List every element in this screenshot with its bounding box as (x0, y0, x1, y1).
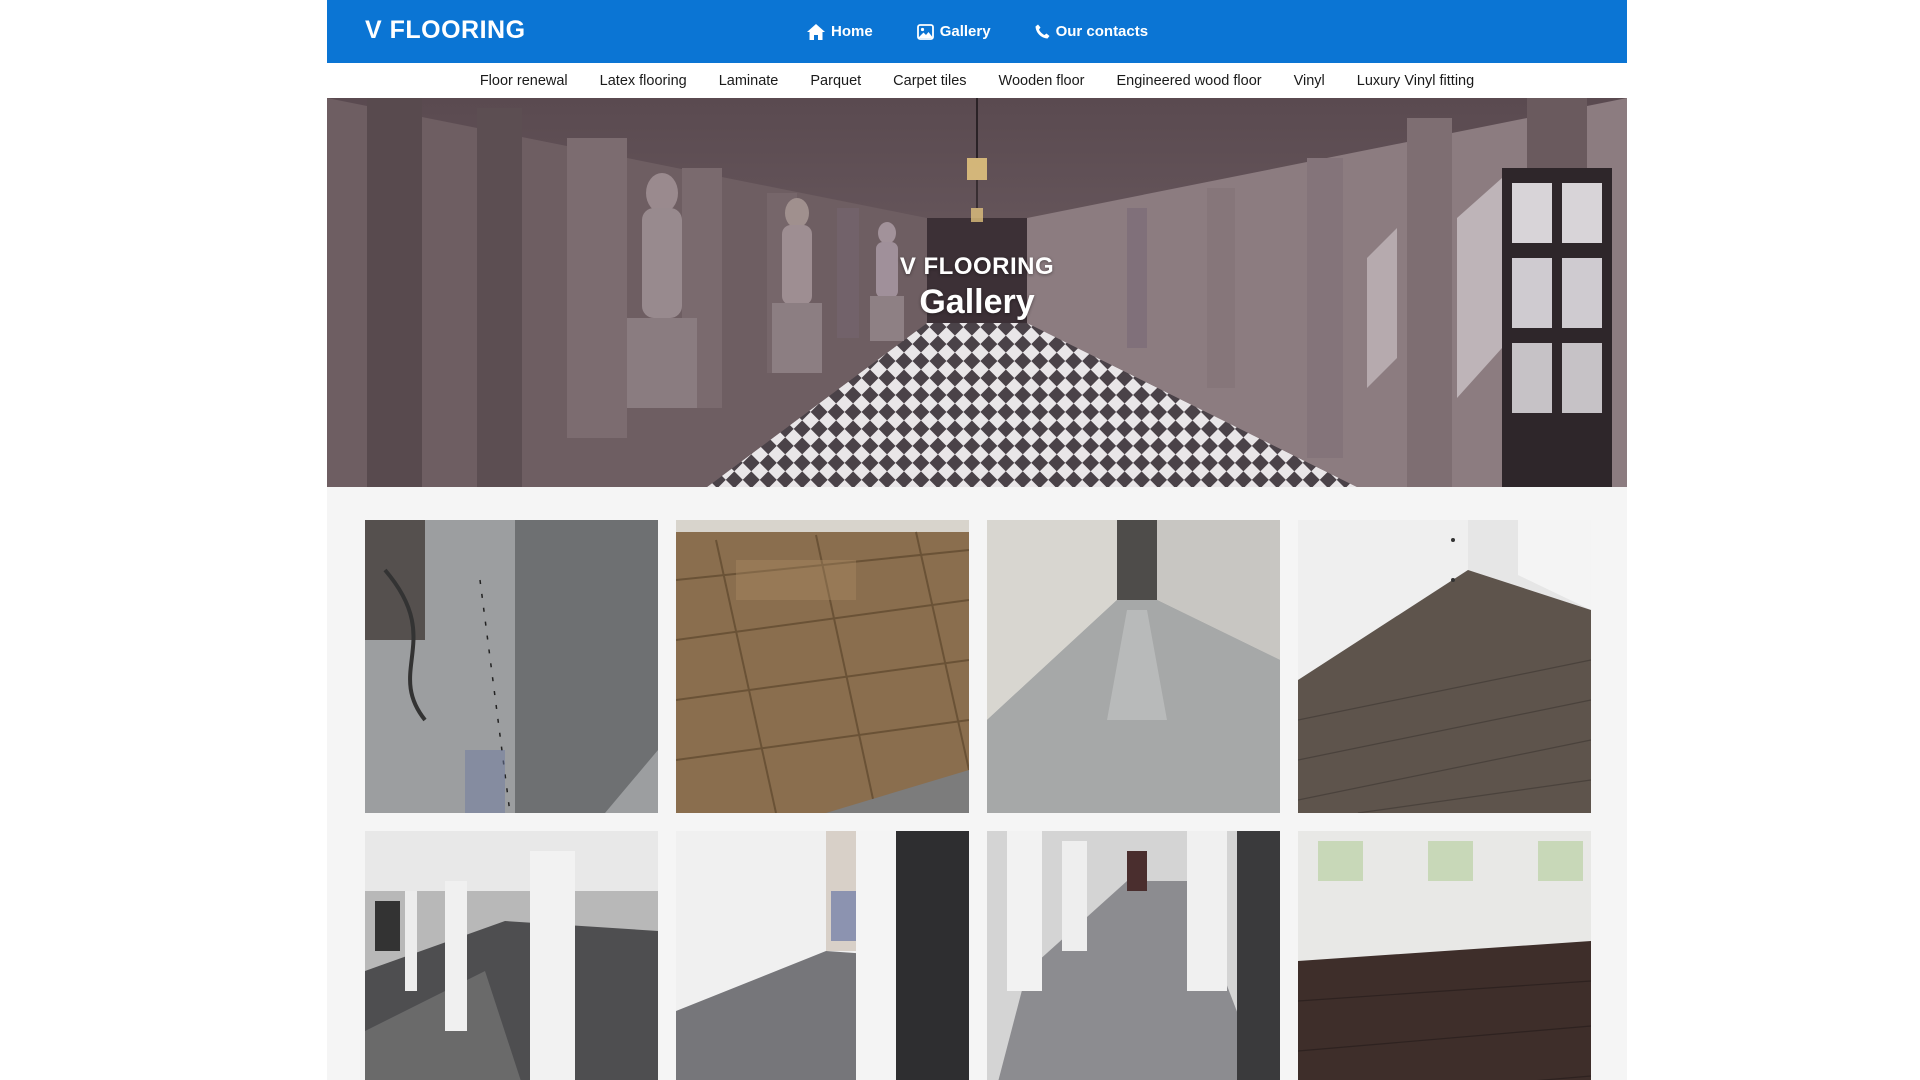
category-navigation: Floor renewal Latex flooring Laminate Pa… (327, 63, 1627, 98)
page-container: V FLOORING Home Gallery Our contacts Flo… (327, 0, 1627, 1080)
nav-contacts-label: Our contacts (1055, 23, 1149, 40)
category-engineered-wood-floor[interactable]: Engineered wood floor (1117, 73, 1262, 89)
gallery-grid (365, 520, 1591, 1080)
nav-home-link[interactable]: Home (807, 23, 873, 40)
gallery-photo[interactable] (987, 520, 1280, 813)
category-luxury-vinyl-fitting[interactable]: Luxury Vinyl fitting (1357, 73, 1474, 89)
category-vinyl[interactable]: Vinyl (1294, 73, 1325, 89)
gallery-photo[interactable] (676, 520, 969, 813)
site-header: V FLOORING Home Gallery Our contacts (327, 0, 1627, 63)
site-logo[interactable]: V FLOORING (365, 16, 526, 45)
category-laminate[interactable]: Laminate (719, 73, 779, 89)
gallery-photo[interactable] (1298, 520, 1591, 813)
nav-gallery-label: Gallery (939, 23, 991, 40)
gallery-photo[interactable] (365, 831, 658, 1080)
hero-banner: V FLOORING Gallery (327, 98, 1627, 487)
gallery-photo[interactable] (365, 520, 658, 813)
category-floor-renewal[interactable]: Floor renewal (480, 73, 568, 89)
top-navigation: Home Gallery Our contacts (807, 0, 1148, 63)
category-parquet[interactable]: Parquet (810, 73, 861, 89)
category-carpet-tiles[interactable]: Carpet tiles (893, 73, 966, 89)
nav-gallery-link[interactable]: Gallery (916, 23, 991, 40)
nav-home-label: Home (831, 23, 873, 40)
gallery-photo[interactable] (987, 831, 1280, 1080)
home-icon (807, 23, 825, 40)
phone-icon (1035, 24, 1050, 39)
hero-text: V FLOORING Gallery (327, 253, 1627, 322)
hero-title: Gallery (919, 283, 1035, 321)
category-wooden-floor[interactable]: Wooden floor (999, 73, 1085, 89)
nav-contacts-link[interactable]: Our contacts (1035, 23, 1149, 40)
hero-brand: V FLOORING (899, 253, 1055, 280)
gallery-photo[interactable] (676, 831, 969, 1080)
image-icon (916, 23, 934, 40)
gallery-photo[interactable] (1298, 831, 1591, 1080)
category-latex-flooring[interactable]: Latex flooring (600, 73, 687, 89)
